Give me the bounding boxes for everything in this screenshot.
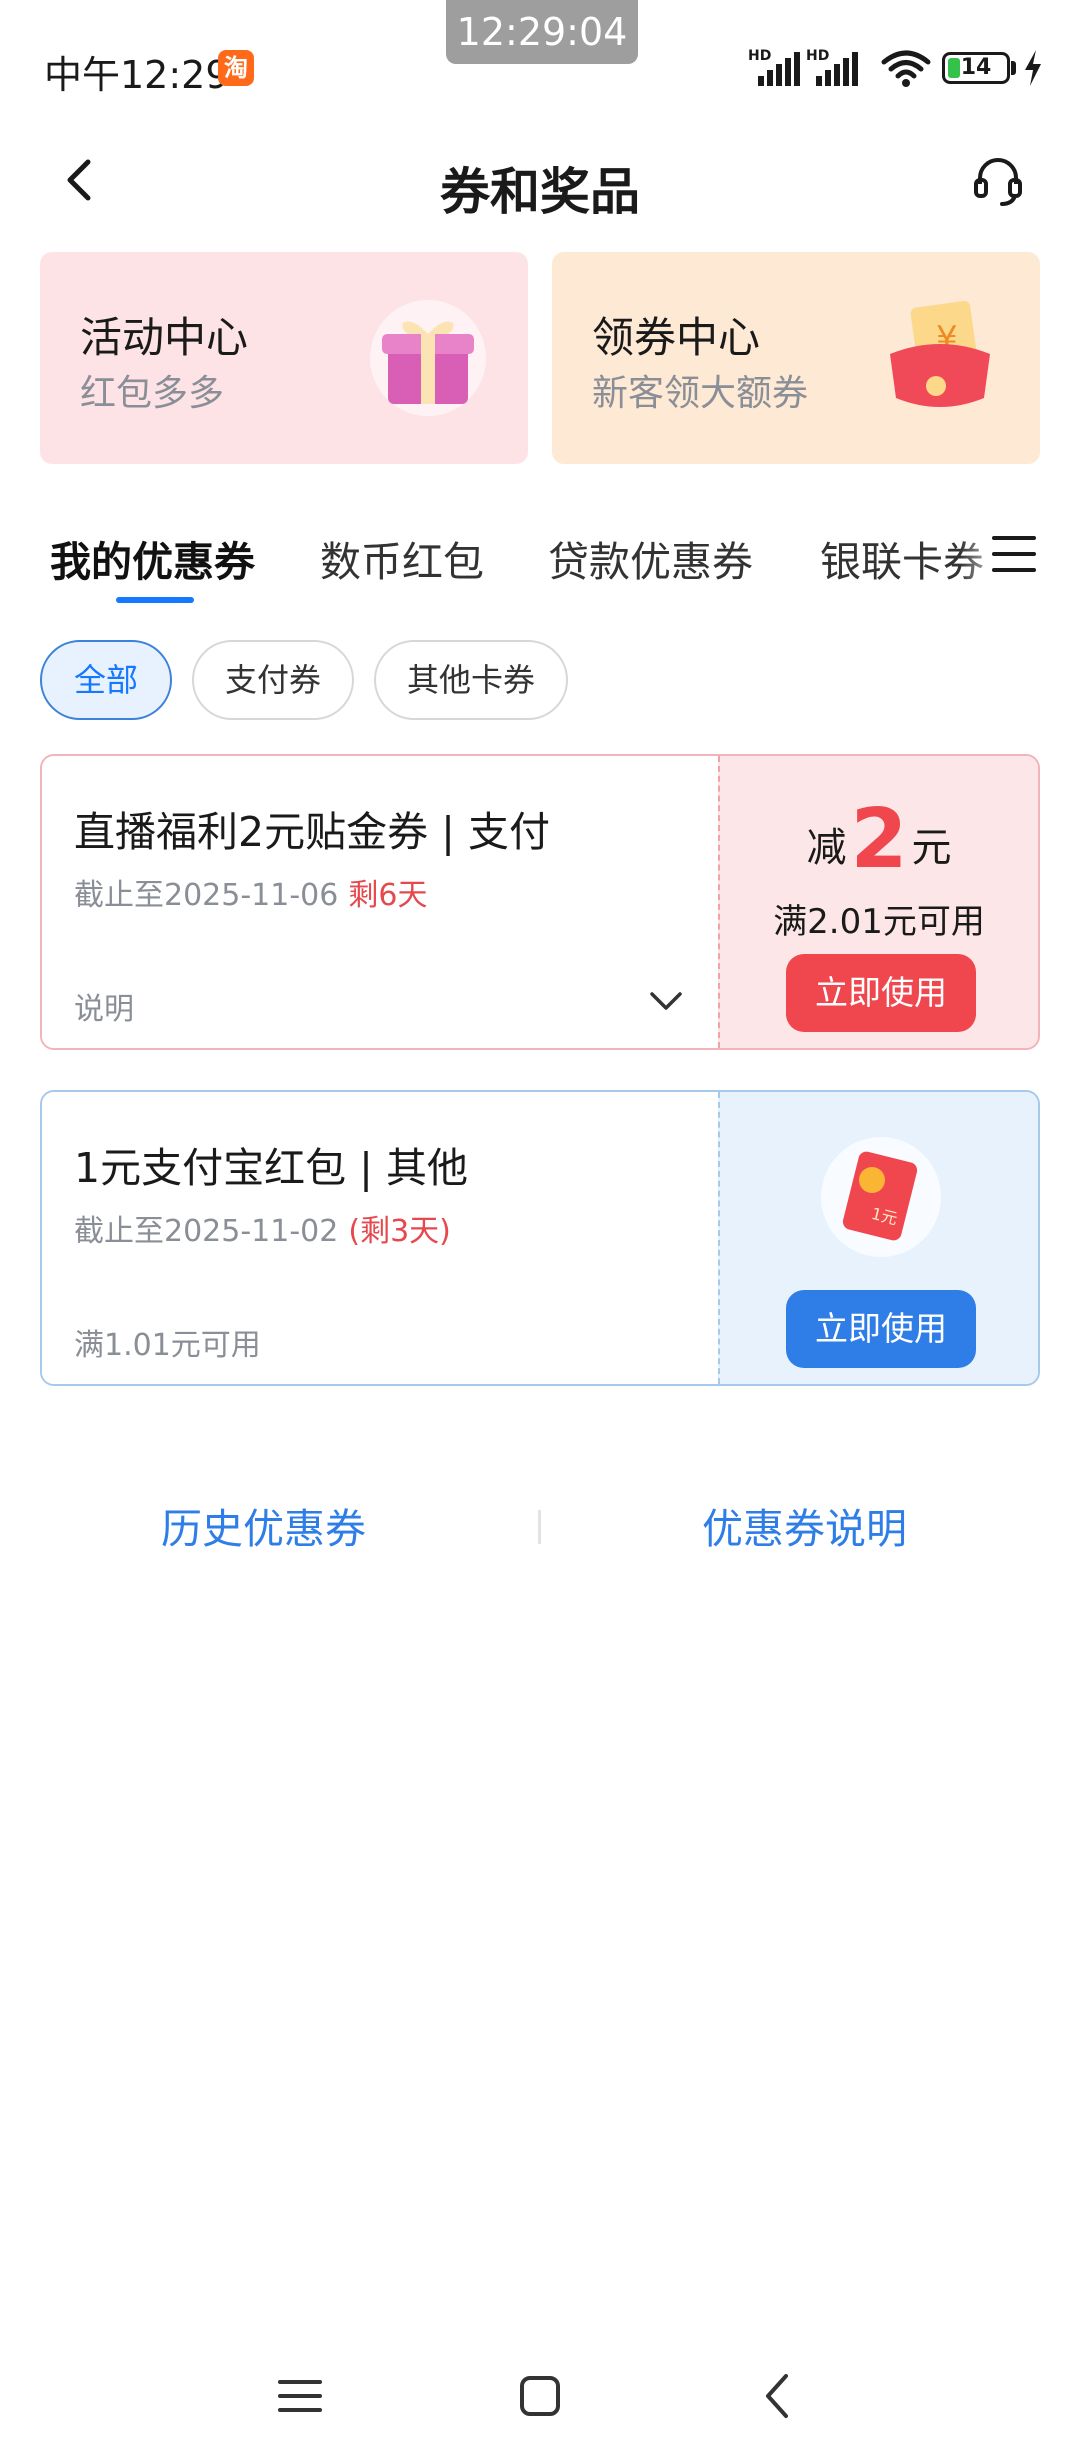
coupon-expiry: 截止至2025-11-06 剩6天: [74, 870, 427, 914]
chevron-down-icon[interactable]: [646, 980, 686, 1020]
tab-loan-coupons[interactable]: 贷款优惠券: [548, 528, 753, 588]
use-now-button[interactable]: 立即使用: [786, 954, 976, 1032]
gift-box-icon: [370, 300, 486, 416]
wifi-icon: [881, 50, 931, 87]
filter-other-cards-chip[interactable]: 其他卡券: [374, 640, 568, 720]
history-coupons-link[interactable]: 历史优惠券: [161, 1495, 366, 1555]
discount-value: 减2 元: [720, 792, 1038, 887]
coupon-redpacket-panel: 1元 立即使用: [718, 1092, 1038, 1384]
coupon-card-payment: 直播福利2元贴金券 | 支付 截止至2025-11-06 剩6天 说明 减2 元 满…: [40, 754, 1040, 1050]
filter-payment-coupon-chip[interactable]: 支付券: [192, 640, 354, 720]
cellular-signal-icon-2: HD: [806, 48, 858, 86]
cellular-signal-icon: HD: [748, 48, 800, 86]
header: 券和奖品: [0, 120, 1080, 240]
coupon-expiry-date: 截止至2025-11-06: [74, 878, 339, 913]
battery-icon: 14: [942, 52, 1010, 84]
system-navigation-bar: [0, 2340, 1080, 2460]
coupon-card-alipay-redpacket: 1元支付宝红包 | 其他 截止至2025-11-02 (剩3天) 满1.01元可用…: [40, 1090, 1040, 1386]
battery-level: 14: [960, 55, 992, 80]
coupon-discount-panel: 减2 元 满2.01元可用 立即使用: [718, 756, 1038, 1048]
coupon-remaining-days: 剩6天: [348, 878, 428, 913]
coupon-remaining-days: (剩3天): [348, 1214, 451, 1249]
discount-amount: 2: [850, 792, 908, 887]
promo-subtitle: 新客领大额券: [592, 373, 809, 414]
recent-apps-menu-icon[interactable]: [270, 2366, 330, 2426]
promo-title: 领券中心: [592, 313, 761, 362]
back-nav-icon[interactable]: [750, 2366, 810, 2426]
activity-center-card[interactable]: 活动中心 红包多多: [40, 252, 528, 464]
coupon-info: 直播福利2元贴金券 | 支付 截止至2025-11-06 剩6天 说明: [42, 756, 718, 1048]
red-packet-icon: 1元: [821, 1137, 941, 1257]
battery-tip: [1011, 61, 1016, 75]
discount-condition: 满2.01元可用: [773, 902, 985, 942]
filter-all-chip[interactable]: 全部: [40, 640, 172, 720]
coupon-expiry: 截止至2025-11-02 (剩3天): [74, 1206, 451, 1250]
use-now-button[interactable]: 立即使用: [786, 1290, 976, 1368]
promo-subtitle: 红包多多: [80, 373, 225, 414]
promo-title: 活动中心: [80, 313, 249, 362]
coupon-condition: 满1.01元可用: [74, 1328, 261, 1363]
overlay-clock: 12:29:04: [446, 0, 638, 64]
status-time: 中午12:29: [44, 53, 230, 97]
customer-service-headset-icon[interactable]: [968, 150, 1028, 210]
coupon-expiry-date: 截止至2025-11-02: [74, 1214, 339, 1249]
coupon-description-toggle[interactable]: 说明: [74, 984, 134, 1028]
tab-menu-icon[interactable]: [990, 530, 1038, 578]
tab-digital-currency-redpacket[interactable]: 数币红包: [320, 528, 484, 588]
red-envelope-icon: ¥: [890, 300, 990, 407]
taobao-notification-icon: 淘: [218, 50, 254, 86]
link-divider: [538, 1510, 541, 1544]
tab-my-coupons[interactable]: 我的优惠券: [50, 528, 255, 588]
discount-unit: 元: [911, 825, 952, 871]
coupon-info: 1元支付宝红包 | 其他 截止至2025-11-02 (剩3天) 满1.01元可用: [42, 1092, 718, 1384]
coupon-title: 1元支付宝红包 | 其他: [74, 1144, 468, 1192]
discount-prefix: 减: [806, 825, 847, 871]
coupon-center-card[interactable]: 领券中心 新客领大额券 ¥: [552, 252, 1040, 464]
active-tab-indicator: [116, 597, 194, 603]
coupon-explanation-link[interactable]: 优惠券说明: [702, 1495, 907, 1555]
page-title: 券和奖品: [440, 163, 640, 221]
home-square-icon[interactable]: [510, 2366, 570, 2426]
status-bar: 中午12:29 淘 12:29:04 HD HD 14: [0, 0, 1080, 130]
charging-icon: [1025, 50, 1041, 86]
coupon-title: 直播福利2元贴金券 | 支付: [74, 808, 550, 856]
